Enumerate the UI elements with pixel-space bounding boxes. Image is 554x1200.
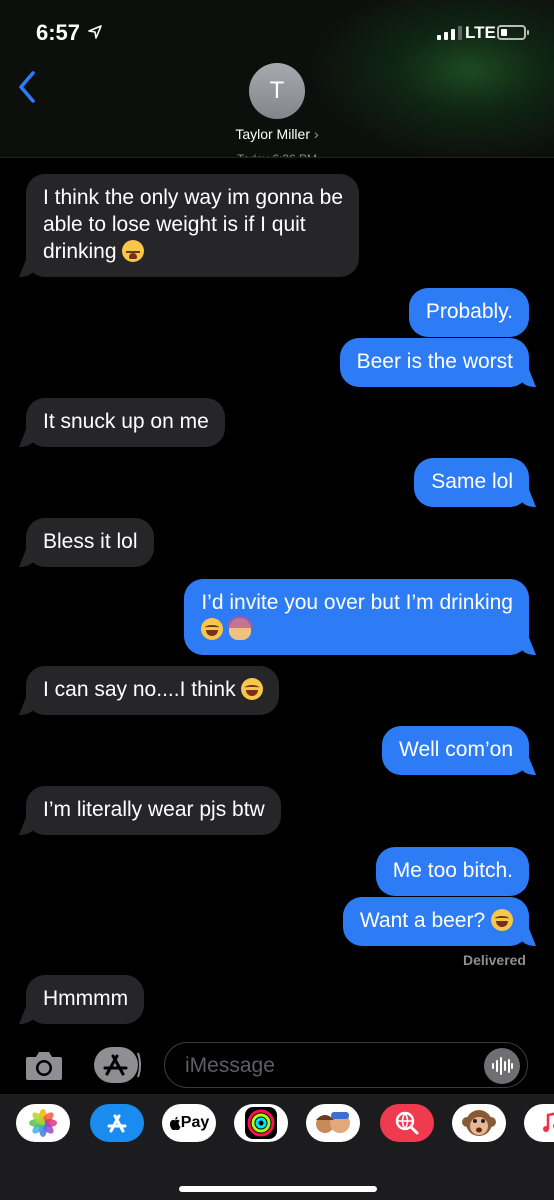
location-arrow-icon <box>88 25 102 39</box>
message-line: I’m literally wear pjs btw <box>43 798 265 821</box>
audio-message-button[interactable] <box>484 1048 520 1084</box>
activity-rings-icon <box>245 1107 277 1139</box>
outgoing-message[interactable]: Beer is the worst <box>339 338 529 387</box>
app-store-app-icon[interactable] <box>90 1104 144 1142</box>
camera-icon[interactable] <box>24 1048 64 1082</box>
outgoing-message[interactable]: Probably. <box>408 288 529 337</box>
incoming-message[interactable]: Bless it lol <box>26 518 154 567</box>
apple-pay-app-icon[interactable]: Pay <box>162 1104 216 1142</box>
memoji-app-icon[interactable] <box>306 1104 360 1142</box>
signal-strength-icon <box>437 26 462 40</box>
message-line: Bless it lol <box>43 530 138 553</box>
outgoing-message[interactable]: I’d invite you over but I’m drinking <box>184 579 529 655</box>
message-line: It snuck up on me <box>43 410 209 433</box>
message-line: Me too bitch. <box>392 859 513 882</box>
monkey-face-icon <box>462 1110 496 1136</box>
imessage-input[interactable]: iMessage <box>164 1042 528 1088</box>
contact-avatar[interactable]: T <box>249 63 305 119</box>
timestamp-partial: Today 6:36 PM <box>0 148 554 157</box>
photos-flower-icon <box>29 1109 57 1137</box>
message-line: able to lose weight is if I quit <box>43 213 306 236</box>
memoji-faces-icon <box>316 1112 350 1133</box>
message-line: I’d invite you over but I’m drinking <box>201 591 513 614</box>
status-time: 6:57 <box>36 20 81 45</box>
animoji-app-icon[interactable] <box>452 1104 506 1142</box>
incoming-message[interactable]: Hmmmm <box>26 975 145 1024</box>
message-line: Beer is the worst <box>356 350 513 373</box>
outgoing-message[interactable]: Want a beer? <box>342 897 529 946</box>
laughing-face-emoji-icon <box>491 909 513 931</box>
weary-face-emoji-icon <box>122 240 145 262</box>
network-type: LTE <box>465 23 496 42</box>
battery-icon <box>497 25 529 40</box>
apple-logo-icon <box>169 1116 181 1130</box>
incoming-message[interactable]: I think the only way im gonna be able to… <box>26 174 360 277</box>
music-app-icon[interactable] <box>524 1104 554 1142</box>
waveform-icon <box>492 1057 513 1075</box>
delivered-status: Delivered <box>462 952 526 968</box>
laughing-face-emoji-icon <box>241 678 264 700</box>
input-placeholder: iMessage <box>185 1054 275 1077</box>
music-note-icon <box>543 1112 554 1132</box>
app-store-icon[interactable] <box>93 1046 141 1084</box>
message-line: Same lol <box>431 470 513 493</box>
incoming-message[interactable]: It snuck up on me <box>26 398 225 447</box>
message-line: Want a beer? <box>359 909 486 932</box>
chevron-right-icon: › <box>314 126 319 142</box>
message-line: drinking <box>43 240 117 263</box>
outgoing-message[interactable]: Well com’on <box>382 726 529 775</box>
message-line: I think the only way im gonna be <box>43 186 344 209</box>
app-store-a-icon <box>107 1114 127 1133</box>
globe-search-icon <box>395 1111 419 1135</box>
outgoing-message[interactable]: Me too bitch. <box>375 847 529 896</box>
incoming-message[interactable]: I can say no....I think <box>26 666 280 715</box>
app-drawer: Pay <box>0 1094 554 1200</box>
home-indicator[interactable] <box>179 1186 377 1192</box>
apple-pay-label: Pay <box>180 1114 210 1131</box>
incoming-message[interactable]: I’m literally wear pjs btw <box>26 786 281 835</box>
avatar-initial: T <box>269 77 285 104</box>
shrug-emoji-icon <box>227 616 254 640</box>
photos-app-icon[interactable] <box>16 1104 70 1142</box>
message-line: I can say no....I think <box>43 678 236 701</box>
back-chevron-icon[interactable] <box>14 68 44 106</box>
contact-name-button[interactable]: Taylor Miller › <box>0 126 554 142</box>
conversation-header: 6:57 LTE T Taylor Miller› Today 6:36 PM <box>0 0 554 158</box>
message-line: Well com’on <box>399 738 513 761</box>
outgoing-message[interactable]: Same lol <box>414 458 529 507</box>
web-search-app-icon[interactable] <box>380 1104 434 1142</box>
message-line: Probably. <box>425 300 513 323</box>
message-line: Hmmmm <box>43 987 129 1010</box>
laughing-face-emoji-icon <box>201 618 224 640</box>
activity-app-icon[interactable] <box>234 1104 288 1142</box>
contact-name: Taylor Miller <box>235 126 310 142</box>
